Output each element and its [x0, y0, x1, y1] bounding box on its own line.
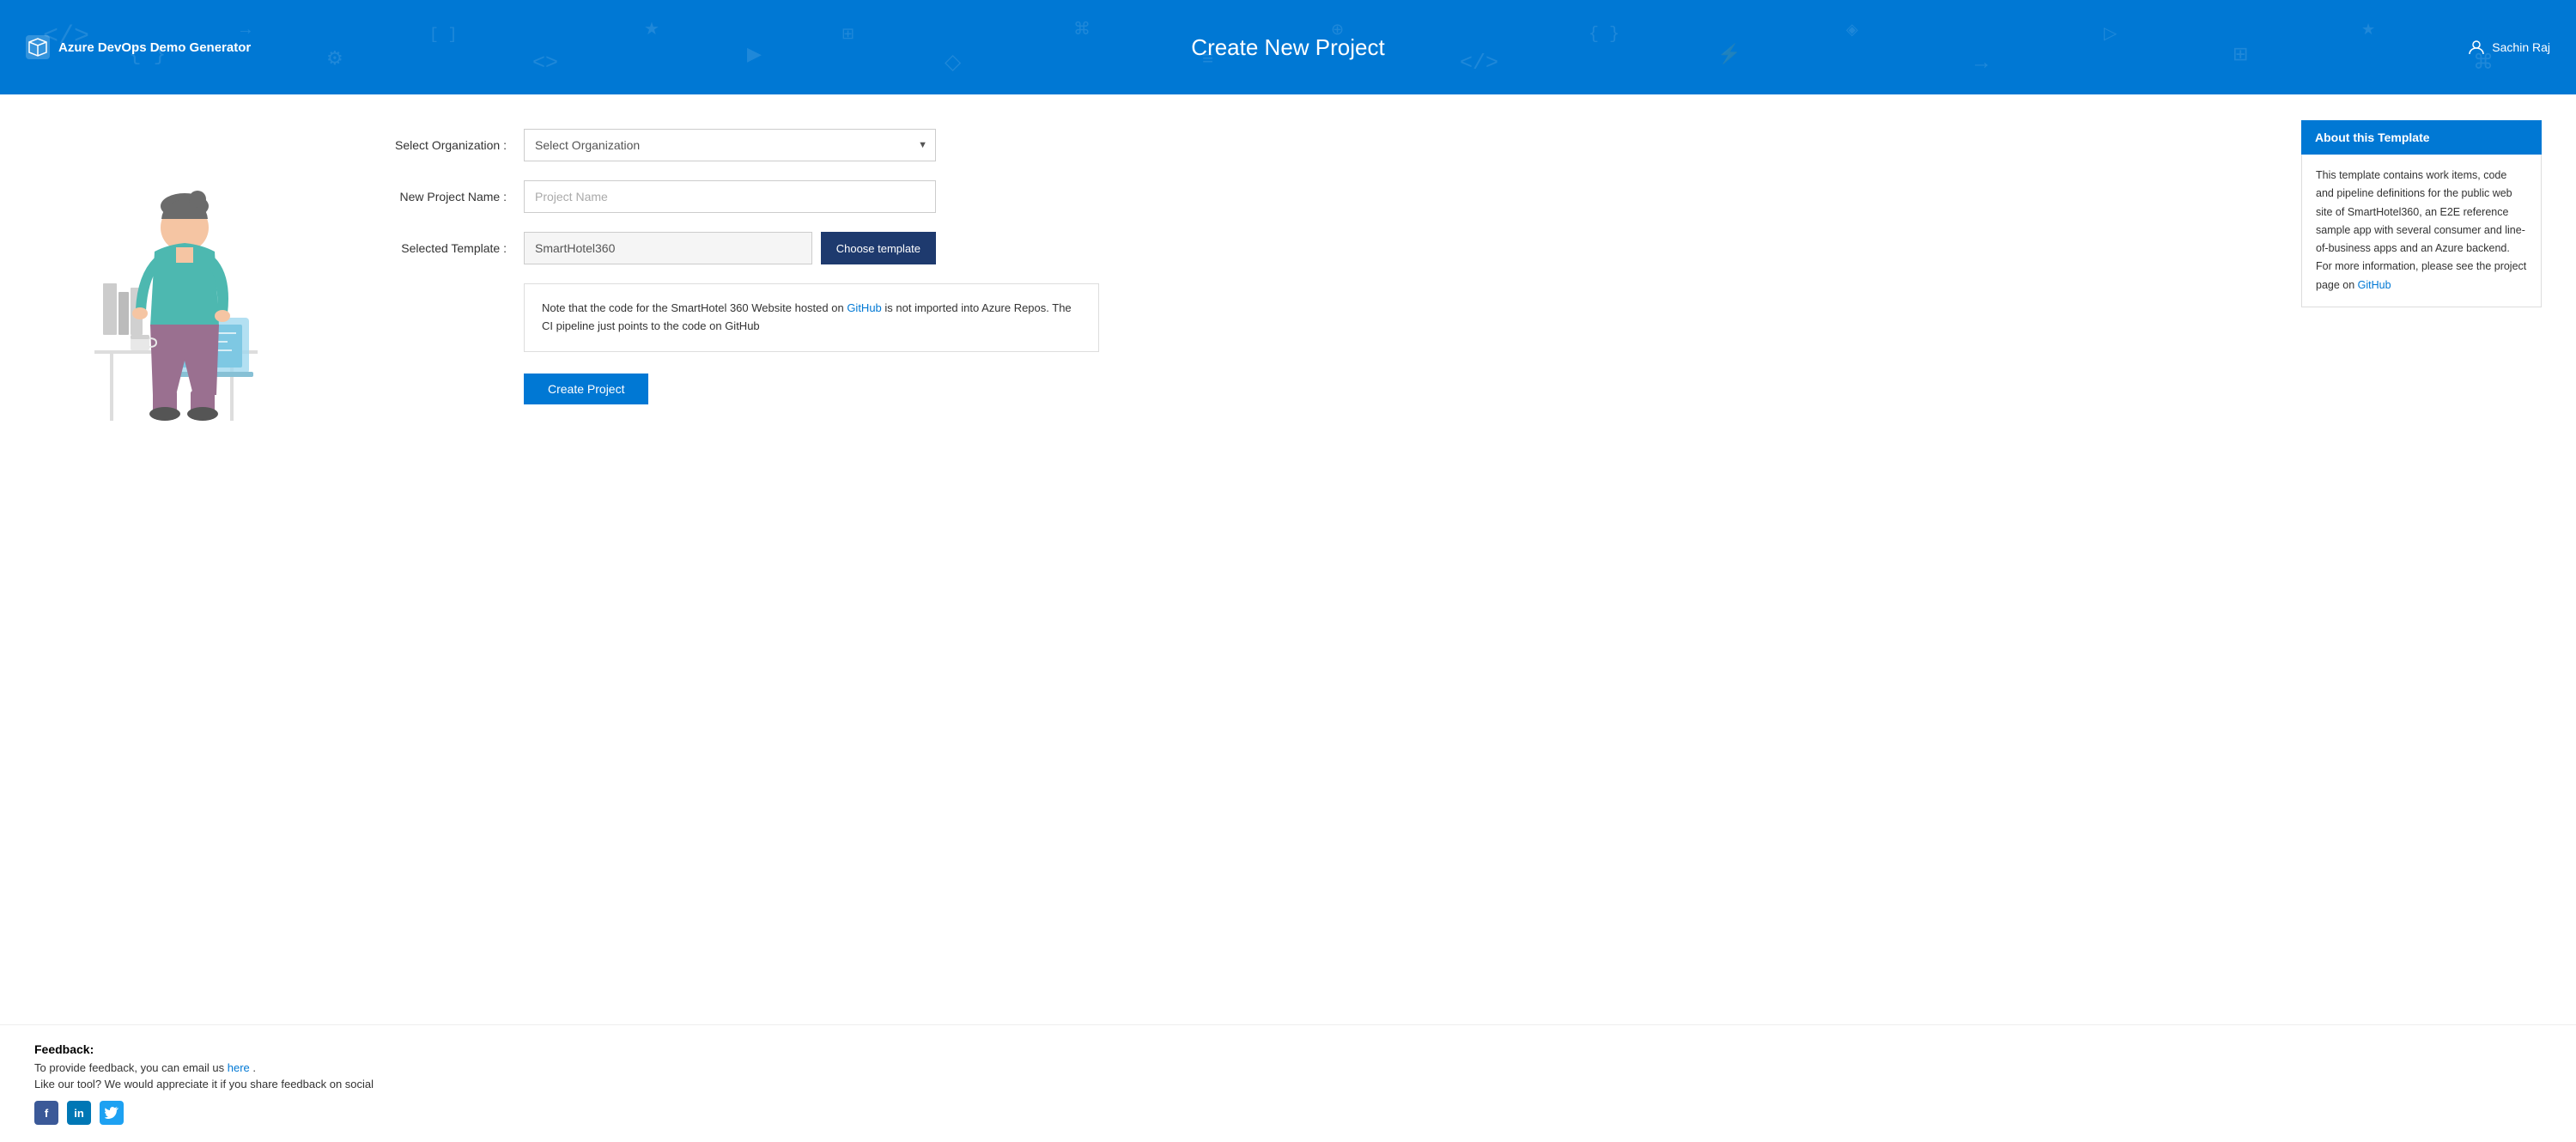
org-label: Select Organization : [352, 138, 507, 152]
info-text-pre: Note that the code for the SmartHotel 36… [542, 301, 847, 314]
svg-text:→: → [1975, 51, 1988, 76]
svg-text:⚙: ⚙ [326, 49, 343, 70]
social-icons: f in [34, 1101, 2542, 1125]
svg-text:</>: </> [1460, 51, 1498, 76]
azure-devops-icon [26, 35, 50, 59]
person-illustration [60, 129, 283, 455]
user-icon [2468, 39, 2485, 56]
template-input [524, 232, 812, 264]
svg-text:[ ]: [ ] [429, 27, 457, 44]
project-name-label: New Project Name : [352, 190, 507, 203]
feedback-text-post: . [250, 1061, 256, 1074]
svg-text:★: ★ [644, 21, 659, 40]
page-footer: Feedback: To provide feedback, you can e… [0, 1024, 2576, 1142]
feedback-title: Feedback: [34, 1042, 2542, 1056]
sidebar-github-link[interactable]: GitHub [2358, 279, 2391, 291]
project-name-input[interactable] [524, 180, 936, 213]
svg-text:⌘: ⌘ [2473, 52, 2494, 76]
user-name: Sachin Raj [2492, 40, 2550, 54]
svg-text:⊞: ⊞ [2233, 45, 2248, 66]
linkedin-icon[interactable]: in [67, 1101, 91, 1125]
svg-text:◈: ◈ [1846, 22, 1858, 39]
svg-text:⌘: ⌘ [1073, 21, 1091, 40]
svg-text:⊞: ⊞ [841, 27, 854, 44]
form-section: Select Organization : Select Organizatio… [335, 120, 2275, 999]
right-sidebar: About this Template This template contai… [2301, 120, 2542, 999]
twitter-icon[interactable] [100, 1101, 124, 1125]
sidebar-header: About this Template [2301, 120, 2542, 155]
org-select[interactable]: Select Organization [524, 129, 936, 161]
svg-text:▶: ▶ [747, 45, 762, 66]
app-logo[interactable]: Azure DevOps Demo Generator [26, 35, 251, 59]
github-link-info[interactable]: GitHub [847, 301, 881, 314]
template-row: Selected Template : Choose template [352, 232, 2241, 264]
page-header: </> { } → ⚙ [ ] <> ★ ▶ ⊞ ◇ ⌘ ≡ ⊕ </> { }… [0, 0, 2576, 94]
template-label: Selected Template : [352, 241, 507, 255]
main-content: Select Organization : Select Organizatio… [0, 94, 2576, 1024]
project-name-row: New Project Name : [352, 180, 2241, 213]
create-project-button[interactable]: Create Project [524, 374, 648, 404]
app-name: Azure DevOps Demo Generator [58, 40, 251, 55]
illustration-section [34, 120, 309, 999]
feedback-line2: Like our tool? We would appreciate it if… [34, 1078, 2542, 1090]
org-select-wrapper: Select Organization [524, 129, 936, 161]
svg-text:▷: ▷ [2104, 25, 2117, 45]
user-profile[interactable]: Sachin Raj [2468, 39, 2550, 56]
feedback-text-pre: To provide feedback, you can email us [34, 1061, 228, 1074]
project-name-wrapper [524, 180, 936, 213]
facebook-icon[interactable]: f [34, 1101, 58, 1125]
svg-text:{ }: { } [1589, 25, 1619, 45]
template-input-row: Choose template [524, 232, 936, 264]
feedback-email-link[interactable]: here [228, 1061, 250, 1074]
svg-text:◇: ◇ [945, 51, 962, 76]
sidebar-body-text: This template contains work items, code … [2316, 169, 2526, 291]
svg-text:★: ★ [2361, 22, 2375, 39]
page-title: Create New Project [1191, 34, 1384, 61]
choose-template-button[interactable]: Choose template [821, 232, 936, 264]
info-box: Note that the code for the SmartHotel 36… [524, 283, 1099, 352]
sidebar-body: This template contains work items, code … [2301, 155, 2542, 307]
feedback-line1: To provide feedback, you can email us he… [34, 1061, 2542, 1074]
svg-text:⚡: ⚡ [1717, 43, 1741, 66]
org-row: Select Organization : Select Organizatio… [352, 129, 2241, 161]
svg-text:<>: <> [532, 51, 558, 76]
